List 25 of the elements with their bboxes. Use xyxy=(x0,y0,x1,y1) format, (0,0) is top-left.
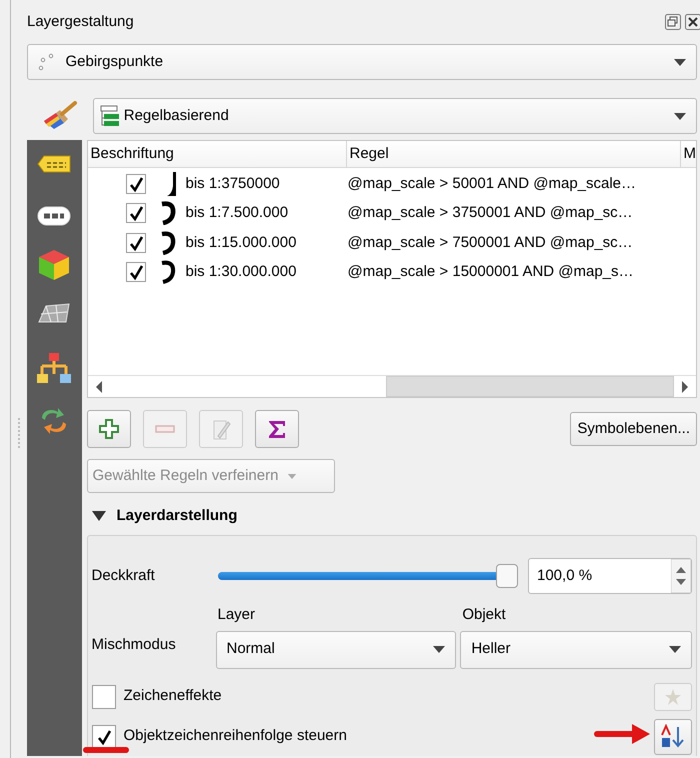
rule-expression: @map_scale > 50001 AND @map_scale… xyxy=(348,174,636,194)
rule-expression: @map_scale > 7500001 AND @map_sc… xyxy=(348,232,633,252)
rule-label[interactable]: bis 1:15.000.000 xyxy=(186,232,342,254)
feature-label: Objekt xyxy=(461,605,507,625)
rule-expression: @map_scale > 15000001 AND @map_s… xyxy=(348,262,634,282)
draw-effects-label: Zeicheneffekte xyxy=(124,686,222,706)
column-header[interactable]: Regel xyxy=(350,142,389,166)
section-title[interactable]: Layerdarstellung xyxy=(116,504,238,528)
renderer-dropdown[interactable]: Regelbasierend xyxy=(93,98,697,134)
layer-blend-dropdown[interactable]: Normal xyxy=(216,630,456,668)
opacity-spinbox[interactable]: 100,0 % xyxy=(528,558,692,594)
rule-label[interactable]: bis 1:7.500.000 xyxy=(186,202,342,224)
rule-expression: @map_scale > 3750001 AND @map_sc… xyxy=(348,203,633,223)
rule-label[interactable]: bis 1:30.000.000 xyxy=(186,261,342,284)
layer-label: Layer xyxy=(216,605,256,625)
column-header[interactable]: M xyxy=(684,142,696,166)
panel-title: Layergestaltung xyxy=(27,12,134,32)
blend-mode-label: Mischmodus xyxy=(92,635,177,655)
feature-blend-dropdown[interactable]: Heller xyxy=(460,630,692,668)
opacity-label: Deckkraft xyxy=(92,566,156,586)
column-header[interactable]: Beschriftung xyxy=(90,142,174,166)
layer-dropdown[interactable]: Gebirgspunkte xyxy=(27,44,697,80)
rule-label[interactable]: bis 1:3750000 xyxy=(186,172,342,195)
symbol-levels-button[interactable]: Symbolebenen... xyxy=(570,412,697,446)
control-order-label: Objektzeichenreihenfolge steuern xyxy=(124,726,347,746)
